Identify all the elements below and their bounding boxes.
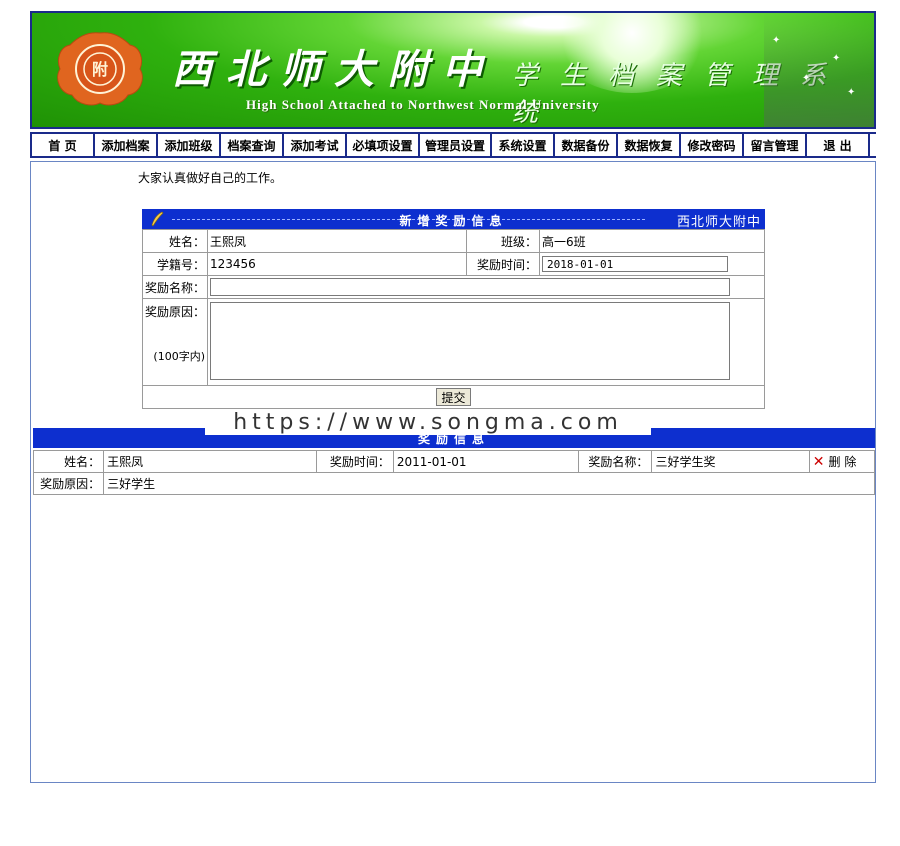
sparkle-icon: ✦	[772, 35, 781, 46]
student-id-value: 123456	[207, 252, 467, 276]
svg-text:附: 附	[92, 60, 108, 79]
list-reason-label: 奖励原因：	[32, 472, 105, 495]
watermark-url: https://www.songma.com	[205, 411, 651, 435]
nav-change-password[interactable]: 修改密码	[681, 134, 744, 156]
main-nav: 首 页 添加档案 添加班级 档案查询 添加考试 必填项设置 管理员设置 系统设置…	[30, 132, 876, 158]
sparkle-icon: ✦	[847, 87, 856, 98]
award-time-cell	[539, 252, 765, 276]
nav-required-fields[interactable]: 必填项设置	[347, 134, 420, 156]
nav-add-record[interactable]: 添加档案	[95, 134, 158, 156]
award-list-table: 姓名： 王熙凤 奖励时间： 2011-01-01 奖励名称： 三好学生奖 ✕ 删 …	[32, 450, 876, 495]
form-header-school: 西北师大附中	[676, 215, 761, 230]
list-time-value: 2011-01-01	[392, 450, 580, 473]
list-name-value: 王熙凤	[103, 450, 317, 473]
nav-data-restore[interactable]: 数据恢复	[618, 134, 681, 156]
class-value: 高一6班	[539, 229, 765, 253]
delete-button[interactable]: ✕ 删 除	[812, 454, 857, 470]
list-name-label: 姓名：	[32, 450, 105, 473]
nav-add-class[interactable]: 添加班级	[158, 134, 221, 156]
nav-record-query[interactable]: 档案查询	[221, 134, 284, 156]
list-time-label: 奖励时间：	[315, 450, 394, 473]
banner-tree-decoration	[764, 13, 874, 127]
list-reason-value: 三好学生	[103, 472, 875, 495]
submit-button[interactable]: 提交	[436, 388, 471, 406]
reason-textarea[interactable]	[210, 301, 730, 380]
delete-cell: ✕ 删 除	[808, 450, 876, 473]
reason-label-cell: 奖励原因： (100字内)	[142, 298, 208, 386]
award-time-label: 奖励时间：	[466, 252, 540, 276]
form-header: 新增奖励信息 西北师大附中	[142, 209, 765, 230]
nav-home[interactable]: 首 页	[32, 134, 95, 156]
nav-system-settings[interactable]: 系统设置	[492, 134, 555, 156]
sparkle-icon: ✦	[802, 73, 811, 84]
name-label: 姓名：	[142, 229, 208, 253]
submit-row: 提交	[142, 385, 765, 409]
reason-cell	[207, 298, 765, 386]
banner-school-english: High School Attached to Northwest Normal…	[246, 97, 600, 112]
notice-text: 大家认真做好自己的工作。	[138, 171, 283, 185]
award-name-cell	[207, 275, 765, 299]
nav-logout[interactable]: 退 出	[807, 134, 870, 156]
list-award-value: 三好学生奖	[651, 450, 810, 473]
student-id-label: 学籍号：	[142, 252, 208, 276]
header-banner: 附 西北师大附中 学生档案管理系统 High School Attached t…	[30, 11, 876, 129]
form-title: 新增奖励信息	[399, 214, 508, 228]
main-content: 大家认真做好自己的工作。 新增奖励信息 西北师大附中 姓名： 王熙凤 班级： 高…	[30, 161, 876, 783]
sparkle-icon: ✦	[832, 53, 841, 64]
list-award-label: 奖励名称：	[578, 450, 653, 473]
reason-hint: (100字内)	[153, 350, 205, 363]
nav-add-exam[interactable]: 添加考试	[284, 134, 347, 156]
delete-label: 删 除	[828, 455, 857, 469]
award-time-input[interactable]	[542, 256, 728, 272]
add-award-form: 新增奖励信息 西北师大附中 姓名： 王熙凤 班级： 高一6班 学籍号： 1234…	[142, 209, 765, 409]
banner-school-name: 西北师大附中	[172, 46, 496, 93]
name-value: 王熙凤	[207, 229, 467, 253]
delete-x-icon: ✕	[812, 454, 825, 470]
class-label: 班级：	[466, 229, 540, 253]
award-name-label: 奖励名称：	[142, 275, 208, 299]
nav-data-backup[interactable]: 数据备份	[555, 134, 618, 156]
nav-message-manage[interactable]: 留言管理	[744, 134, 807, 156]
award-form-table: 姓名： 王熙凤 班级： 高一6班 学籍号： 123456 奖励时间： 奖励名称：	[142, 229, 765, 409]
nav-admin-settings[interactable]: 管理员设置	[420, 134, 492, 156]
school-logo-icon: 附	[57, 32, 143, 106]
award-name-input[interactable]	[210, 278, 730, 296]
table-row: 姓名： 王熙凤 奖励时间： 2011-01-01 奖励名称： 三好学生奖 ✕ 删 …	[32, 450, 876, 473]
reason-label: 奖励原因：	[145, 305, 206, 319]
table-row: 奖励原因： 三好学生	[32, 472, 875, 495]
